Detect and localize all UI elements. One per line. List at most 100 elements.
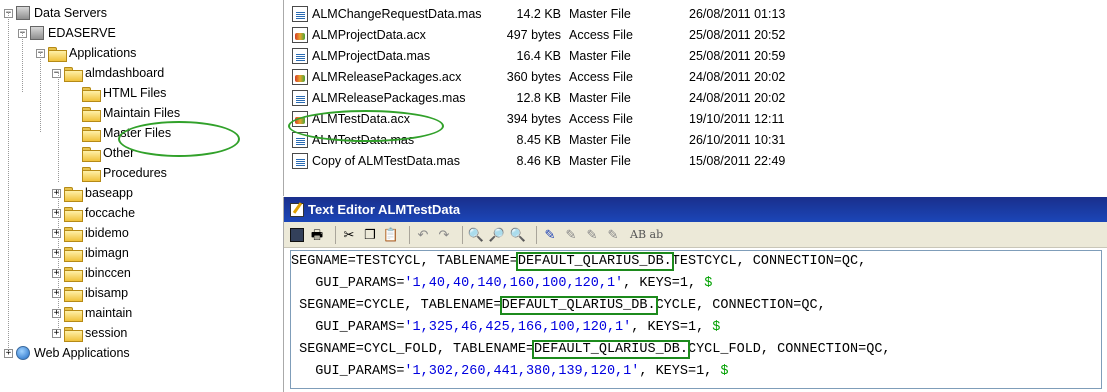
file-row[interactable]: Copy of ALMTestData.mas 8.46 KB Master Fil… [284, 151, 889, 171]
comment-icon[interactable]: ✎ [563, 227, 579, 243]
tree-item-label: foccache [85, 206, 136, 220]
tree-connector [22, 32, 23, 92]
highlight-icon[interactable]: ✎ [542, 227, 558, 243]
code-editor[interactable]: SEGNAME=TESTCYCL, TABLENAME=DEFAULT_QLAR… [290, 250, 1102, 389]
file-size: 14.2 KB [516, 7, 561, 21]
master-file-icon [292, 6, 308, 22]
file-size: 12.8 KB [516, 91, 561, 105]
server-icon [30, 26, 44, 40]
cut-icon[interactable]: ✂ [341, 227, 357, 243]
code-dollar: $ [720, 364, 729, 379]
tree-item-label: ibimagn [85, 246, 129, 260]
folder-icon [64, 306, 83, 322]
tree-item-session[interactable]: + session [52, 323, 127, 343]
file-row[interactable]: ALMProjectData.mas 16.4 KB Master File 25/0… [284, 46, 889, 66]
master-file-icon [292, 48, 308, 64]
file-type: Access File [569, 70, 633, 84]
expand-icon[interactable]: + [52, 328, 61, 338]
server-icon [16, 6, 30, 20]
file-name: ALMReleasePackages.acx [312, 70, 462, 84]
code-post: , KEYS=1, [639, 364, 721, 379]
file-row[interactable]: ALMProjectData.acx 497 bytes Access File 25… [284, 25, 889, 45]
folder-icon [64, 286, 83, 302]
toolbar-separator [409, 225, 410, 244]
tree-item-maintain[interactable]: + maintain [52, 303, 132, 323]
toolbar-separator [462, 225, 463, 244]
paste-icon[interactable]: 📋 [383, 227, 399, 243]
tree-item-label: EDASERVE [48, 26, 116, 40]
file-name: Copy of ALMTestData.mas [312, 154, 460, 168]
file-row[interactable]: ALMChangeRequestData.mas 14.2 KB Master Fi… [284, 4, 889, 24]
tree-item-web-applications[interactable]: + Web Applications [4, 343, 130, 363]
tree-item-data-servers[interactable]: − Data Servers [4, 3, 107, 23]
folder-icon [82, 166, 101, 182]
tree-item-html-files[interactable]: HTML Files [70, 83, 166, 103]
redo-icon[interactable]: ↷ [436, 227, 452, 243]
folder-icon [64, 186, 83, 202]
expand-icon[interactable]: + [52, 308, 61, 318]
file-row[interactable]: ALMReleasePackages.acx 360 bytes Access Fi… [284, 67, 889, 87]
file-name: ALMProjectData.acx [312, 28, 426, 42]
code-str: '1,302,260,441,380,139,120,1' [404, 364, 640, 379]
master-file-icon [292, 153, 308, 169]
tree-connector [8, 12, 9, 352]
expand-icon[interactable]: + [52, 208, 61, 218]
tree-item-edaserve[interactable]: − EDASERVE [18, 23, 116, 43]
code-post: CYCL_FOLD, CONNECTION=QC, [687, 342, 891, 357]
tree-item-maintain-files[interactable]: Maintain Files [70, 103, 180, 123]
undo-icon[interactable]: ↶ [415, 227, 431, 243]
tree-item-ibidemo[interactable]: + ibidemo [52, 223, 129, 243]
tree-item-label: Maintain Files [103, 106, 181, 120]
file-date: 24/08/2011 20:02 [689, 91, 786, 105]
folder-icon [82, 146, 101, 162]
file-type: Master File [569, 91, 631, 105]
expand-icon[interactable]: + [52, 288, 61, 298]
text-editor-window: Text Editor ALMTestData 🖶 ✂ ❐ 📋 ↶ ↷ 🔍 🔎 … [283, 197, 1107, 392]
code-pre: GUI_PARAMS= [291, 364, 405, 379]
file-name: ALMReleasePackages.mas [312, 91, 466, 105]
replace-icon[interactable]: 🔍 [510, 227, 526, 243]
tree-item-foccache[interactable]: + foccache [52, 203, 135, 223]
editor-title: Text Editor ALMTestData [308, 202, 461, 217]
toolbar-separator [536, 225, 537, 244]
copy-icon[interactable]: ❐ [362, 227, 378, 243]
code-post: TESTCYCL, CONNECTION=QC, [671, 254, 867, 269]
tree-item-ibinccen[interactable]: + ibinccen [52, 263, 131, 283]
highlight-circle [288, 110, 444, 142]
file-size: 497 bytes [506, 28, 561, 42]
file-size: 360 bytes [506, 70, 561, 84]
expand-icon[interactable]: + [52, 228, 61, 238]
tree-item-ibisamp[interactable]: + ibisamp [52, 283, 128, 303]
tree-item-procedures[interactable]: Procedures [70, 163, 167, 183]
tree-item-label: ibisamp [85, 286, 129, 300]
folder-icon [64, 326, 83, 342]
print-icon[interactable]: 🖶 [309, 227, 325, 243]
find-icon[interactable]: 🔍 [468, 227, 484, 243]
tree-item-label: session [85, 326, 128, 340]
code-pre: SEGNAME=CYCLE, TABLENAME= [291, 298, 502, 313]
tree-item-almdashboard[interactable]: − almdashboard [52, 63, 164, 83]
server-tree: − Data Servers − EDASERVE − Applications − almd… [0, 0, 272, 392]
editor-title-bar[interactable]: Text Editor ALMTestData [284, 197, 1107, 222]
file-row[interactable]: ALMReleasePackages.mas 12.8 KB Master File… [284, 88, 889, 108]
text-editor-icon [290, 202, 304, 217]
save-icon[interactable] [290, 227, 304, 242]
collapse-icon[interactable]: − [52, 68, 61, 78]
case-toggle[interactable]: AB ab [630, 228, 663, 241]
tree-item-label: maintain [85, 306, 133, 320]
tree-item-ibimagn[interactable]: + ibimagn [52, 243, 129, 263]
tree-item-applications[interactable]: − Applications [36, 43, 136, 63]
file-type: Access File [569, 112, 633, 126]
expand-icon[interactable]: + [52, 188, 61, 198]
access-file-icon [292, 27, 308, 43]
code-pre: SEGNAME=CYCL_FOLD, TABLENAME= [291, 342, 535, 357]
clear-format-icon[interactable]: ✎ [605, 227, 621, 243]
tree-item-baseapp[interactable]: + baseapp [52, 183, 133, 203]
code-line: SEGNAME=TESTCYCL, TABLENAME=DEFAULT_QLAR… [291, 252, 867, 271]
expand-icon[interactable]: + [52, 248, 61, 258]
find-next-icon[interactable]: 🔎 [489, 227, 505, 243]
code-line: GUI_PARAMS='1,325,46,425,166,100,120,1',… [291, 319, 720, 337]
tree-item-label: HTML Files [103, 86, 167, 100]
uncomment-icon[interactable]: ✎ [584, 227, 600, 243]
expand-icon[interactable]: + [52, 268, 61, 278]
